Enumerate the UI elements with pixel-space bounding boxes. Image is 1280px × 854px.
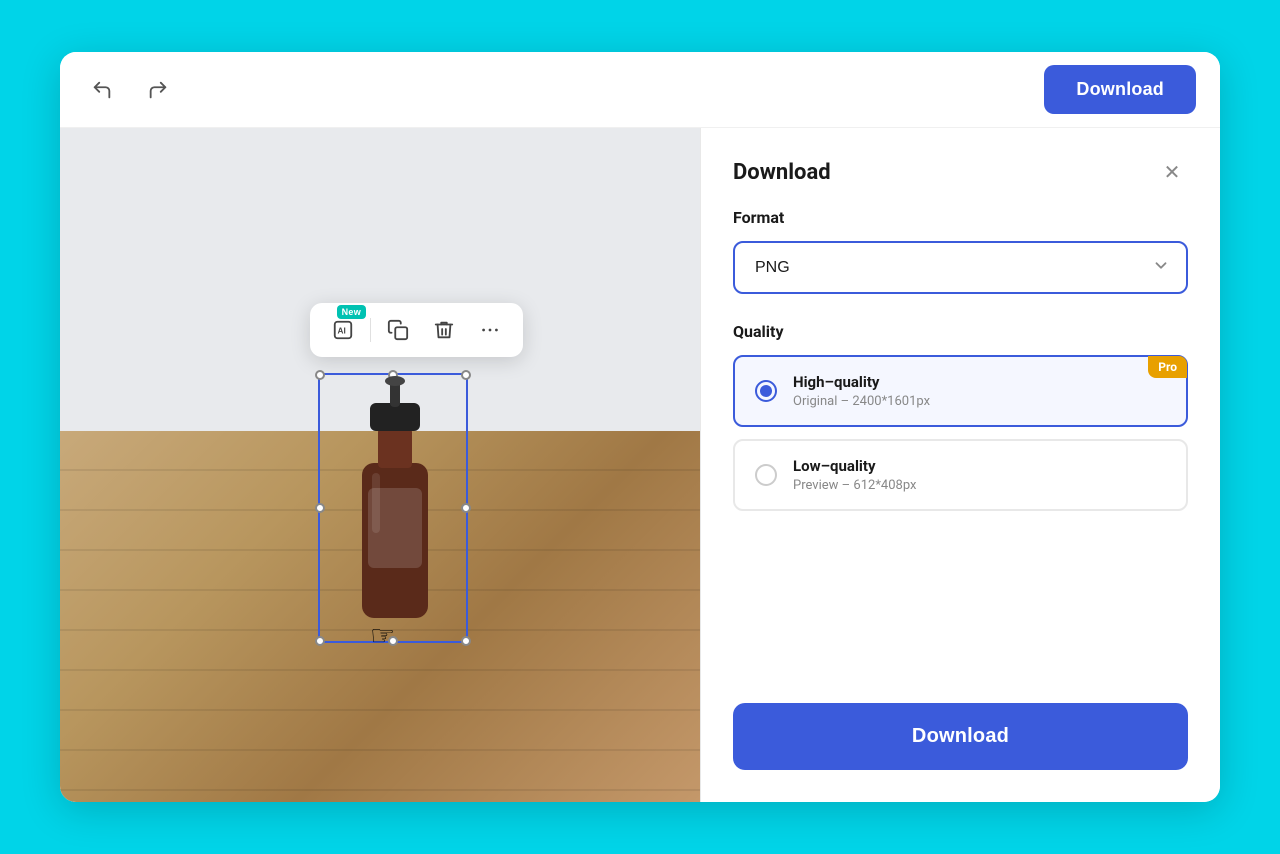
content-area: New AI: [60, 128, 1220, 802]
radio-high: [755, 380, 777, 402]
panel-header: Download ✕: [701, 128, 1220, 208]
radio-low: [755, 464, 777, 486]
product-image: [315, 358, 475, 648]
copy-button[interactable]: [377, 311, 419, 349]
quality-text-high: High–quality Original – 2400*1601px: [793, 373, 930, 409]
quality-text-low: Low–quality Preview – 612*408px: [793, 457, 917, 493]
canvas-area: New AI: [60, 128, 700, 802]
quality-name-high: High–quality: [793, 373, 930, 391]
quality-section: Quality High–quality Original – 2400*160…: [733, 322, 1188, 511]
download-panel-button[interactable]: Download: [733, 703, 1188, 770]
toolbar-divider: [370, 318, 371, 342]
svg-text:AI: AI: [338, 327, 346, 336]
quality-desc-low: Preview – 612*408px: [793, 478, 917, 493]
app-container: Download New AI: [60, 52, 1220, 802]
quality-label: Quality: [733, 322, 1188, 341]
close-panel-button[interactable]: ✕: [1156, 156, 1188, 188]
quality-option-high[interactable]: High–quality Original – 2400*1601px Pro: [733, 355, 1188, 427]
pro-badge: Pro: [1148, 356, 1187, 378]
more-options-button[interactable]: [469, 311, 511, 349]
download-toolbar-button[interactable]: Download: [1044, 65, 1196, 114]
float-toolbar: New AI: [310, 303, 523, 357]
redo-button[interactable]: [140, 72, 176, 108]
new-badge: New: [337, 305, 366, 319]
quality-desc-high: Original – 2400*1601px: [793, 394, 930, 409]
panel-footer: Download: [701, 703, 1220, 802]
quality-name-low: Low–quality: [793, 457, 917, 475]
panel-body: Format PNG JPG WebP SVG: [701, 208, 1220, 703]
toolbar: Download: [60, 52, 1220, 128]
format-label: Format: [733, 208, 1188, 227]
format-select[interactable]: PNG JPG WebP SVG: [733, 241, 1188, 294]
format-dropdown-wrapper: PNG JPG WebP SVG: [733, 241, 1188, 294]
format-section: Format PNG JPG WebP SVG: [733, 208, 1188, 294]
toolbar-left: [84, 72, 176, 108]
download-panel: Download ✕ Format PNG JPG WebP SVG: [700, 128, 1220, 802]
panel-title: Download: [733, 160, 831, 185]
ai-tool-button[interactable]: New AI: [322, 311, 364, 349]
undo-button[interactable]: [84, 72, 120, 108]
delete-button[interactable]: [423, 311, 465, 349]
radio-inner-high: [760, 385, 772, 397]
quality-option-low[interactable]: Low–quality Preview – 612*408px: [733, 439, 1188, 511]
